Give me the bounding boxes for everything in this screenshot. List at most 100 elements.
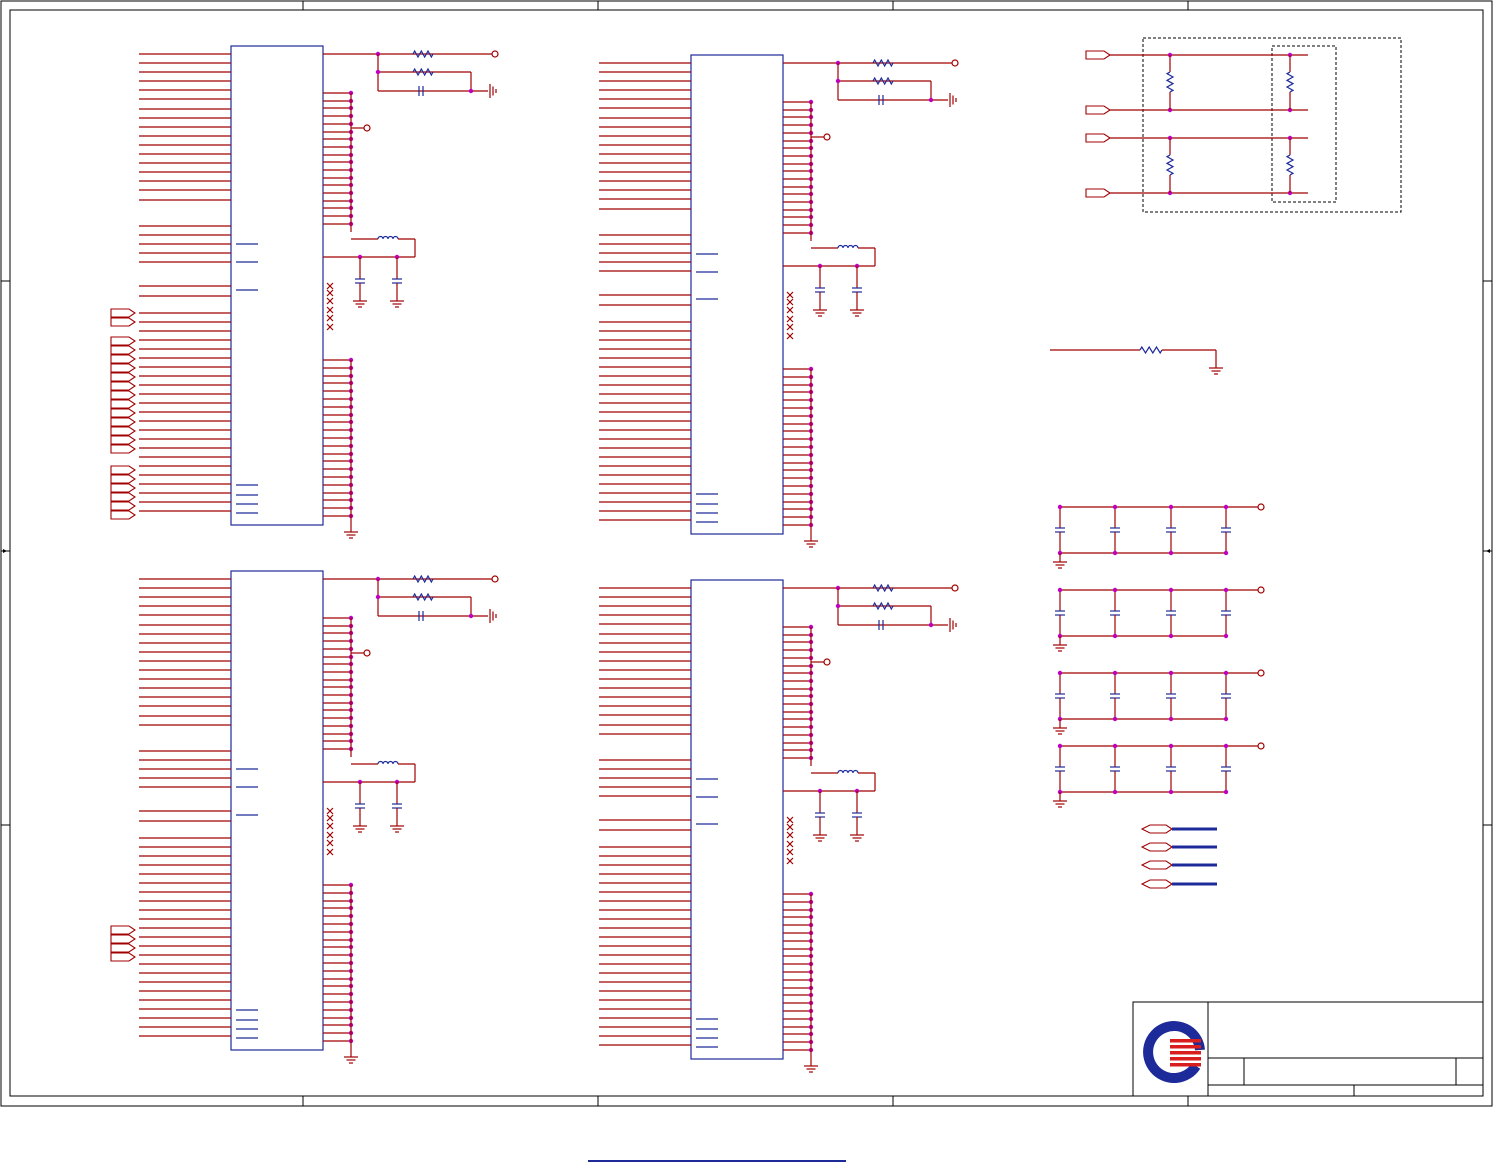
- junction-dot: [1057, 670, 1063, 676]
- junction-dot: [1223, 550, 1229, 556]
- net-port-icon: [110, 408, 136, 418]
- net-port-icon: [1140, 824, 1173, 834]
- net-port-icon: [1085, 133, 1111, 143]
- net-port-icon: [951, 584, 959, 592]
- resistor-icon: [412, 574, 434, 584]
- logo-stripe: [1170, 1063, 1201, 1067]
- resistor-icon: [412, 592, 434, 602]
- net-port-icon: [1257, 742, 1265, 750]
- sheet-border-outer: [0, 0, 1493, 1107]
- title-block: [1132, 1001, 1484, 1097]
- ic-body: [230, 45, 324, 526]
- net-port-icon: [1085, 105, 1111, 115]
- junction-dot: [1112, 743, 1118, 749]
- net-port-icon: [1257, 503, 1265, 511]
- inductor-icon: [837, 244, 859, 249]
- net-port-icon: [110, 354, 136, 364]
- net-port-icon: [110, 390, 136, 400]
- junction-dot: [1223, 743, 1229, 749]
- junction-dot: [1112, 550, 1118, 556]
- logo-icon: [1143, 1021, 1205, 1083]
- junction-dot: [928, 97, 934, 103]
- resistor-icon: [872, 583, 894, 593]
- net-port-icon: [110, 483, 136, 493]
- junction-dot: [1168, 789, 1174, 795]
- net-port-icon: [110, 943, 136, 953]
- dashed-box-inner: [1271, 45, 1337, 203]
- net-port-icon: [823, 658, 831, 666]
- net-port-icon: [110, 317, 136, 327]
- net-port-icon: [110, 426, 136, 436]
- junction-dot: [1168, 550, 1174, 556]
- net-port-icon: [1140, 860, 1173, 870]
- ic-body: [230, 570, 324, 1051]
- junction-dot: [1168, 587, 1174, 593]
- junction-dot: [468, 88, 474, 94]
- inductor-icon: [377, 760, 399, 765]
- net-port-icon: [110, 336, 136, 346]
- net-port-icon: [363, 649, 371, 657]
- junction-dot: [1168, 716, 1174, 722]
- junction-dot: [1057, 504, 1063, 510]
- net-port-icon: [823, 133, 831, 141]
- net-port-icon: [1257, 669, 1265, 677]
- net-port-icon: [1140, 879, 1173, 889]
- resistor-icon: [1165, 154, 1175, 176]
- net-port-icon: [110, 363, 136, 373]
- resistor-icon: [412, 67, 434, 77]
- net-port-icon: [110, 952, 136, 962]
- ic-body: [690, 54, 784, 535]
- net-port-icon: [110, 492, 136, 502]
- resistor-icon: [872, 76, 894, 86]
- net-port-icon: [110, 474, 136, 484]
- zone-arrow: [1486, 549, 1490, 553]
- junction-dot: [835, 78, 841, 84]
- junction-dot: [1112, 789, 1118, 795]
- net-port-icon: [951, 59, 959, 67]
- ic-body: [690, 579, 784, 1060]
- junction-dot: [1223, 587, 1229, 593]
- net-port-icon: [1257, 586, 1265, 594]
- net-port-icon: [1085, 188, 1111, 198]
- resistor-icon: [872, 58, 894, 68]
- resistor-icon: [412, 49, 434, 59]
- net-port-icon: [110, 372, 136, 382]
- junction-dot: [1168, 633, 1174, 639]
- junction-dot: [1168, 670, 1174, 676]
- logo-stripe: [1170, 1039, 1201, 1043]
- logo-stripe: [1170, 1045, 1201, 1049]
- net-port-icon: [110, 444, 136, 454]
- net-port-icon: [110, 417, 136, 427]
- net-port-icon: [110, 435, 136, 445]
- net-port-icon: [1085, 50, 1111, 60]
- junction-dot: [375, 594, 381, 600]
- net-port-icon: [110, 399, 136, 409]
- net-port-icon: [110, 510, 136, 520]
- junction-dot: [1223, 716, 1229, 722]
- junction-dot: [928, 622, 934, 628]
- junction-dot: [1112, 587, 1118, 593]
- net-port-icon: [110, 501, 136, 511]
- inductor-icon: [377, 235, 399, 240]
- resistor-icon: [1285, 71, 1295, 93]
- logo-stripe: [1170, 1051, 1201, 1055]
- net-port-icon: [110, 934, 136, 944]
- junction-dot: [1057, 743, 1063, 749]
- logo-stripe: [1170, 1057, 1201, 1061]
- junction-dot: [1168, 504, 1174, 510]
- junction-dot: [1223, 504, 1229, 510]
- junction-dot: [1223, 789, 1229, 795]
- net-port-icon: [363, 124, 371, 132]
- junction-dot: [835, 603, 841, 609]
- net-port-icon: [110, 345, 136, 355]
- junction-dot: [1112, 504, 1118, 510]
- footer-link-underline[interactable]: [588, 1160, 846, 1162]
- junction-dot: [1223, 670, 1229, 676]
- net-port-icon: [110, 465, 136, 475]
- junction-dot: [1112, 716, 1118, 722]
- net-port-icon: [110, 925, 136, 935]
- junction-dot: [1168, 743, 1174, 749]
- junction-dot: [1112, 670, 1118, 676]
- inductor-icon: [837, 769, 859, 774]
- schematic-sheet: [0, 0, 1494, 1168]
